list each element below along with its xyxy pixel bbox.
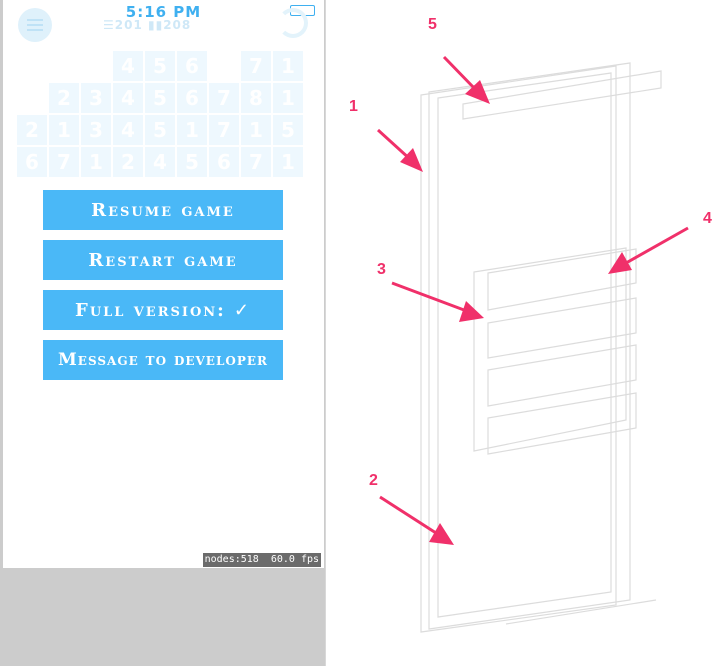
restart-game-label: Restart game: [88, 249, 238, 271]
grid-cell[interactable]: 5: [145, 83, 175, 113]
grid-cell[interactable]: 8: [241, 83, 271, 113]
full-version-button[interactable]: Full version: ✓: [43, 290, 283, 330]
grid-cell[interactable]: 6: [177, 51, 207, 81]
grid-cell[interactable]: 2: [17, 115, 47, 145]
grid-cell[interactable]: 6: [209, 147, 239, 177]
resume-game-label: Resume game: [91, 199, 235, 221]
check-icon: ✓: [233, 299, 251, 321]
grid-cell[interactable]: 7: [209, 83, 239, 113]
grid-cell: [17, 51, 47, 81]
grid-cell[interactable]: 1: [81, 147, 111, 177]
label-5: 5: [428, 16, 437, 33]
refresh-icon[interactable]: [278, 8, 308, 38]
restart-game-button[interactable]: Restart game: [43, 240, 283, 280]
label-4: 4: [703, 210, 712, 227]
grid-cell[interactable]: 2: [49, 83, 79, 113]
outline-layer-4: [473, 247, 627, 452]
grid-cell[interactable]: 6: [177, 83, 207, 113]
grid-cell: [81, 51, 111, 81]
grid-cell: [17, 83, 47, 113]
outline-layer-5: [462, 70, 662, 120]
simulator-panel: 5:16 PM ☰201 ▮▮208 456712345678121345171…: [0, 0, 325, 666]
grid-cell[interactable]: 1: [273, 83, 303, 113]
grid-cell[interactable]: 5: [145, 51, 175, 81]
grid-cell[interactable]: 7: [49, 147, 79, 177]
debug-stats: nodes:518 60.0 fps: [203, 553, 321, 567]
grid-cell[interactable]: 5: [273, 115, 303, 145]
message-developer-label: Message to developer: [57, 350, 268, 370]
wireframe-outlines: [420, 62, 662, 633]
outline-layer-2: [437, 72, 612, 618]
message-developer-button[interactable]: Message to developer: [43, 340, 283, 380]
phone-screen: 5:16 PM ☰201 ▮▮208 456712345678121345171…: [3, 0, 324, 568]
label-3: 3: [377, 261, 386, 278]
grid-cell[interactable]: 5: [145, 115, 175, 145]
grid-cell[interactable]: 5: [177, 147, 207, 177]
grid-cell: [49, 51, 79, 81]
grid-cell[interactable]: 3: [81, 115, 111, 145]
resume-game-button[interactable]: Resume game: [43, 190, 283, 230]
grid-cell[interactable]: 1: [273, 147, 303, 177]
grid-cell[interactable]: 7: [209, 115, 239, 145]
layer-diagram: 1 5 4 3 2: [326, 0, 727, 666]
wireframe-svg: [376, 55, 689, 633]
grid-cell[interactable]: 1: [241, 115, 271, 145]
label-1: 1: [349, 98, 358, 115]
hamburger-menu-icon[interactable]: [18, 8, 52, 42]
grid-cell[interactable]: 4: [145, 147, 175, 177]
grid-cell: [209, 51, 239, 81]
arrow-2: [429, 523, 454, 545]
top-stats: ☰201 ▮▮208: [103, 18, 192, 32]
grid-cell[interactable]: 6: [17, 147, 47, 177]
outline-layer-1: [420, 65, 617, 633]
grid-cell[interactable]: 7: [241, 147, 271, 177]
outline-layer-1b: [428, 62, 631, 630]
grid-cell[interactable]: 4: [113, 51, 143, 81]
grid-cell[interactable]: 4: [113, 83, 143, 113]
grid-cell[interactable]: 1: [273, 51, 303, 81]
grid-cell[interactable]: 1: [177, 115, 207, 145]
grid-cell[interactable]: 3: [81, 83, 111, 113]
grid-cell[interactable]: 2: [113, 147, 143, 177]
full-version-label: Full version:: [75, 299, 226, 321]
arrow-3: [459, 301, 484, 322]
grid-cell[interactable]: 7: [241, 51, 271, 81]
label-2: 2: [369, 472, 378, 489]
arrows: [376, 55, 689, 545]
grid-cell[interactable]: 4: [113, 115, 143, 145]
grid-cell[interactable]: 1: [49, 115, 79, 145]
